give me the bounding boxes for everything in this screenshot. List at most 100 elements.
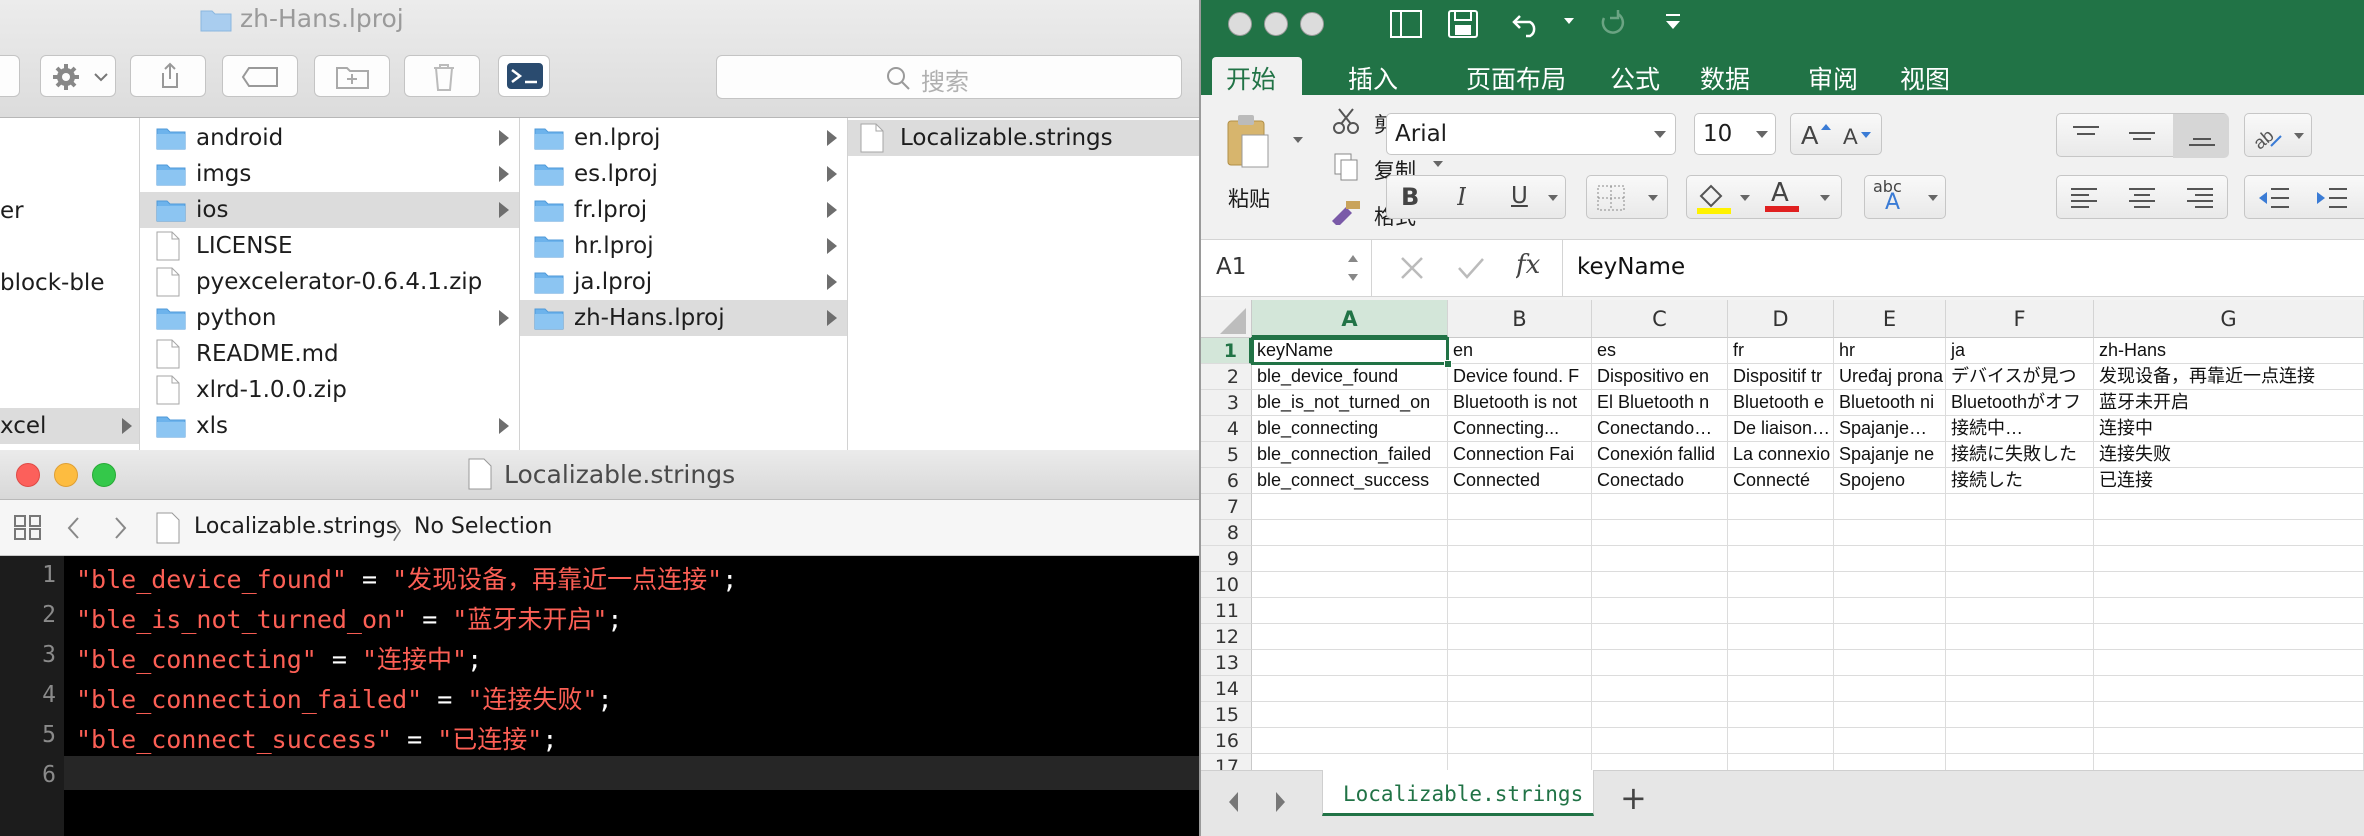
row-header[interactable]: 5: [1200, 442, 1252, 468]
cell[interactable]: [1448, 624, 1592, 650]
cell[interactable]: Connection Fai: [1448, 442, 1592, 468]
cell[interactable]: fr: [1728, 338, 1834, 364]
cell[interactable]: en: [1448, 338, 1592, 364]
column-header[interactable]: E: [1834, 300, 1946, 338]
column-header[interactable]: F: [1946, 300, 2094, 338]
cell[interactable]: Uređaj prona: [1834, 364, 1946, 390]
cell[interactable]: [2094, 494, 2364, 520]
list-item[interactable]: ios: [140, 192, 519, 228]
list-item[interactable]: pyexcelerator-0.6.4.1.zip: [140, 264, 519, 300]
list-item[interactable]: zh-Hans.lproj: [520, 300, 847, 336]
row-header[interactable]: 10: [1200, 572, 1252, 598]
row-header[interactable]: 12: [1200, 624, 1252, 650]
cell[interactable]: [2094, 728, 2364, 754]
cell[interactable]: [1448, 572, 1592, 598]
cell[interactable]: ja: [1946, 338, 2094, 364]
search-field[interactable]: 搜索: [716, 55, 1182, 99]
align-center-icon[interactable]: [2127, 186, 2157, 210]
cell[interactable]: [1728, 494, 1834, 520]
cell[interactable]: [1252, 650, 1448, 676]
ribbon-tab[interactable]: 审阅: [1808, 60, 1858, 96]
cell[interactable]: [1592, 624, 1728, 650]
cell[interactable]: [1728, 572, 1834, 598]
paste-chevron-icon[interactable]: [1292, 135, 1304, 145]
cell[interactable]: 接続した: [1946, 468, 2094, 494]
add-sheet-button[interactable]: +: [1620, 779, 1647, 817]
terminal-button[interactable]: [498, 55, 550, 97]
phonetic-button[interactable]: abc A: [1864, 175, 1946, 219]
cell[interactable]: Spajanje…: [1834, 416, 1946, 442]
cell[interactable]: [1252, 598, 1448, 624]
cell[interactable]: ble_connecting: [1252, 416, 1448, 442]
cell[interactable]: [1946, 546, 2094, 572]
row-header[interactable]: 6: [1200, 468, 1252, 494]
align-right-icon[interactable]: [2185, 186, 2215, 210]
list-item[interactable]: Localizable.strings: [848, 120, 1200, 156]
cell[interactable]: [1834, 676, 1946, 702]
cell[interactable]: [2094, 520, 2364, 546]
italic-button[interactable]: I: [1457, 183, 1466, 211]
list-item[interactable]: es.lproj: [520, 156, 847, 192]
list-item[interactable]: python: [140, 300, 519, 336]
cell[interactable]: [1834, 520, 1946, 546]
row-header[interactable]: 15: [1200, 702, 1252, 728]
cell[interactable]: [1946, 598, 2094, 624]
column-header[interactable]: D: [1728, 300, 1834, 338]
cell[interactable]: Bluetooth is not: [1448, 390, 1592, 416]
increase-font-size-button[interactable]: A: [1799, 118, 1833, 150]
cell[interactable]: 连接失败: [2094, 442, 2364, 468]
cell[interactable]: ble_connect_success: [1252, 468, 1448, 494]
redo-icon[interactable]: [1598, 10, 1628, 38]
cell[interactable]: [1592, 676, 1728, 702]
cell[interactable]: [1728, 702, 1834, 728]
cell[interactable]: デバイスが見つ: [1946, 364, 2094, 390]
orientation-button[interactable]: ab: [2244, 113, 2312, 157]
bold-button[interactable]: B: [1401, 183, 1419, 211]
tags-button[interactable]: [222, 55, 298, 97]
list-item[interactable]: hr.lproj: [520, 228, 847, 264]
cell[interactable]: [1834, 598, 1946, 624]
cell[interactable]: es: [1592, 338, 1728, 364]
cell[interactable]: Conectando…: [1592, 416, 1728, 442]
breadcrumb-file[interactable]: Localizable.strings: [194, 514, 397, 539]
cell[interactable]: [2094, 676, 2364, 702]
ribbon-tab[interactable]: 页面布局: [1466, 60, 1566, 96]
close-window-button[interactable]: [1228, 12, 1252, 36]
minimize-window-button[interactable]: [54, 463, 78, 487]
cell[interactable]: [1834, 624, 1946, 650]
cell[interactable]: Spajanje ne: [1834, 442, 1946, 468]
cell[interactable]: [1252, 494, 1448, 520]
new-folder-button[interactable]: [314, 55, 390, 97]
cell[interactable]: [1592, 572, 1728, 598]
cell[interactable]: [1834, 494, 1946, 520]
zoom-window-button[interactable]: [1300, 12, 1324, 36]
cell[interactable]: 连接中: [2094, 416, 2364, 442]
cell[interactable]: Connected: [1448, 468, 1592, 494]
row-header[interactable]: 1: [1200, 338, 1252, 364]
undo-icon[interactable]: [1510, 10, 1544, 38]
cell[interactable]: [1946, 494, 2094, 520]
cell[interactable]: [1946, 520, 2094, 546]
cell[interactable]: [1252, 546, 1448, 572]
cell[interactable]: [1448, 546, 1592, 572]
decrease-indent-icon[interactable]: [2257, 186, 2291, 210]
cell[interactable]: [1946, 676, 2094, 702]
cell[interactable]: [1946, 624, 2094, 650]
cell[interactable]: [1728, 650, 1834, 676]
minimize-window-button[interactable]: [1264, 12, 1288, 36]
cell[interactable]: [1592, 494, 1728, 520]
row-header[interactable]: 7: [1200, 494, 1252, 520]
chevron-down-icon[interactable]: [1547, 193, 1559, 203]
fill-handle[interactable]: [1444, 360, 1452, 368]
list-item[interactable]: xcel: [0, 408, 139, 444]
column-header[interactable]: B: [1448, 300, 1592, 338]
list-item[interactable]: LICENSE: [140, 228, 519, 264]
cell[interactable]: ble_device_found: [1252, 364, 1448, 390]
cell[interactable]: Conectado: [1592, 468, 1728, 494]
column-header[interactable]: A: [1252, 300, 1448, 338]
list-item[interactable]: xls: [140, 408, 519, 444]
breadcrumb-selection[interactable]: No Selection: [414, 514, 552, 539]
cell[interactable]: [1592, 728, 1728, 754]
cell[interactable]: [2094, 702, 2364, 728]
cell[interactable]: Connecting...: [1448, 416, 1592, 442]
